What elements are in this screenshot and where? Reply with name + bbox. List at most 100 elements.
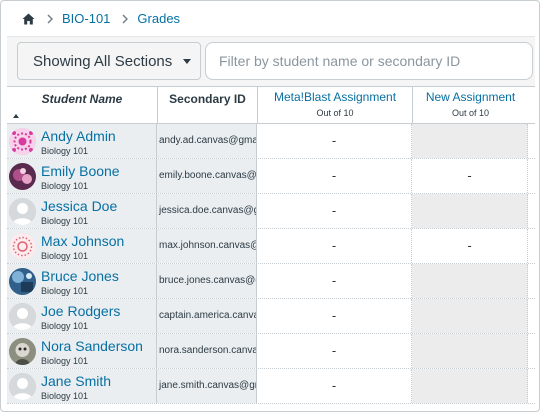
student-row: Jessica Doe Biology 101 jessica.doe.canvas… (7, 194, 535, 229)
student-row: Max Johnson Biology 101 max.johnson.canvas… (7, 229, 535, 264)
secondary-id-header[interactable]: Secondary ID (157, 87, 257, 124)
secondary-id-value: bruce.jones.canvas@gmail.com (159, 275, 256, 286)
secondary-id-cell: bruce.jones.canvas@gmail.com (157, 264, 257, 298)
grid-scroll-gutter (528, 299, 535, 333)
breadcrumb-grades-link[interactable]: Grades (137, 11, 180, 26)
grid-scroll-gutter (528, 334, 535, 368)
student-name-header[interactable]: Student Name (7, 87, 157, 124)
student-cell: Bruce Jones Biology 101 (7, 264, 157, 298)
student-cell: Max Johnson Biology 101 (7, 229, 157, 263)
sort-ascending-icon[interactable] (13, 114, 19, 118)
chevron-right-icon (47, 13, 53, 24)
breadcrumb-course-link[interactable]: BIO-101 (62, 11, 110, 26)
grade-cell[interactable]: - (257, 264, 412, 298)
grade-cell[interactable]: - (412, 159, 528, 193)
grade-value: - (331, 133, 337, 148)
grade-value: - (331, 378, 337, 393)
gradebook-toolbar: Showing All Sections (7, 36, 535, 86)
student-name-link[interactable]: Jessica Doe (41, 198, 117, 214)
student-row: Emily Boone Biology 101 emily.boone.canvas… (7, 159, 535, 194)
grade-cell[interactable]: - (412, 229, 528, 263)
grade-cell[interactable] (412, 264, 528, 298)
grade-cell[interactable] (412, 369, 528, 403)
student-avatar[interactable] (9, 338, 36, 365)
grid-scroll-gutter (528, 264, 535, 298)
grade-value: - (331, 343, 337, 358)
student-section-label: Biology 101 (41, 146, 89, 156)
student-avatar[interactable] (9, 163, 36, 190)
home-icon[interactable] (22, 13, 35, 25)
student-name-link[interactable]: Jane Smith (41, 373, 111, 389)
grade-value: - (331, 273, 337, 288)
student-row: Bruce Jones Biology 101 bruce.jones.canvas… (7, 264, 535, 299)
grade-cell[interactable]: - (257, 299, 412, 333)
grade-cell[interactable] (412, 194, 528, 228)
secondary-id-cell: max.johnson.canvas@gmail.com (157, 229, 257, 263)
secondary-id-cell: andy.ad.canvas@gmail.com (157, 124, 257, 158)
grade-value: - (331, 203, 337, 218)
secondary-id-header-label: Secondary ID (169, 92, 246, 106)
assignment-header-new[interactable]: New Assignment Out of 10 (412, 87, 528, 124)
student-avatar[interactable] (9, 303, 36, 330)
grid-scroll-gutter (528, 194, 535, 228)
grid-scroll-gutter (528, 124, 535, 158)
student-avatar[interactable] (9, 128, 36, 155)
student-filter-input[interactable] (205, 42, 533, 80)
student-name-link[interactable]: Bruce Jones (41, 268, 119, 284)
grade-cell[interactable]: - (257, 334, 412, 368)
student-avatar[interactable] (9, 268, 36, 295)
grade-cell[interactable]: - (257, 159, 412, 193)
section-selector-button[interactable]: Showing All Sections (17, 42, 201, 80)
grade-value: - (331, 238, 337, 253)
student-rows: Andy Admin Biology 101 andy.ad.canvas@gmai… (7, 124, 535, 404)
assignment-header-title[interactable]: Meta!Blast Assignment (258, 90, 412, 104)
student-avatar[interactable] (9, 233, 36, 260)
secondary-id-value: andy.ad.canvas@gmail.com (159, 135, 257, 146)
gradebook-window: BIO-101 Grades Showing All Sections Stud… (0, 0, 540, 412)
student-name-link[interactable]: Nora Sanderson (41, 338, 143, 354)
student-section-label: Biology 101 (41, 391, 89, 401)
grade-cell[interactable] (412, 299, 528, 333)
grade-cell[interactable]: - (257, 229, 412, 263)
assignment-header-metablast[interactable]: Meta!Blast Assignment Out of 10 (257, 87, 412, 124)
student-avatar[interactable] (9, 373, 36, 400)
secondary-id-cell: emily.boone.canvas@gmail.com (157, 159, 257, 193)
student-row: Joe Rodgers Biology 101 captain.america.ca… (7, 299, 535, 334)
assignment-points-possible: Out of 10 (316, 108, 354, 118)
student-name-link[interactable]: Joe Rodgers (41, 303, 120, 319)
grade-cell[interactable] (412, 334, 528, 368)
breadcrumb: BIO-101 Grades (1, 1, 539, 36)
secondary-id-value: jessica.doe.canvas@gmail.com (159, 205, 256, 216)
secondary-id-cell: jessica.doe.canvas@gmail.com (157, 194, 257, 228)
student-section-label: Biology 101 (41, 321, 89, 331)
grid-scroll-gutter (528, 159, 535, 193)
secondary-id-value: nora.sanderson.canvas@gmail.com (159, 345, 256, 356)
secondary-id-value: emily.boone.canvas@gmail.com (159, 170, 257, 181)
assignment-header-title[interactable]: New Assignment (413, 90, 528, 104)
grade-cell[interactable]: - (257, 194, 412, 228)
grade-value: - (467, 238, 472, 253)
grade-cell[interactable]: - (257, 369, 412, 403)
grade-cell[interactable] (412, 124, 528, 158)
section-selector-label: Showing All Sections (33, 52, 173, 70)
secondary-id-value: max.johnson.canvas@gmail.com (159, 240, 256, 251)
grade-value: - (331, 168, 337, 183)
student-name-link[interactable]: Andy Admin (41, 128, 116, 144)
student-name-link[interactable]: Emily Boone (41, 163, 120, 179)
student-avatar[interactable] (9, 198, 36, 225)
student-section-label: Biology 101 (41, 251, 89, 261)
student-cell: Jessica Doe Biology 101 (7, 194, 157, 228)
student-row: Andy Admin Biology 101 andy.ad.canvas@gmai… (7, 124, 535, 159)
student-name-link[interactable]: Max Johnson (41, 233, 124, 249)
secondary-id-cell: jane.smith.canvas@gmail.com (157, 369, 257, 403)
student-section-label: Biology 101 (41, 216, 89, 226)
student-cell: Emily Boone Biology 101 (7, 159, 157, 193)
grade-cell[interactable]: - (257, 124, 412, 158)
student-cell: Jane Smith Biology 101 (7, 369, 157, 403)
secondary-id-value: captain.america.canvas@gmail.com (159, 310, 256, 321)
caret-down-icon (183, 58, 192, 64)
student-section-label: Biology 101 (41, 181, 89, 191)
grid-scroll-gutter (528, 369, 535, 403)
student-row: Jane Smith Biology 101 jane.smith.canvas@g… (7, 369, 535, 404)
student-row: Nora Sanderson Biology 101 nora.sanderson.… (7, 334, 535, 369)
